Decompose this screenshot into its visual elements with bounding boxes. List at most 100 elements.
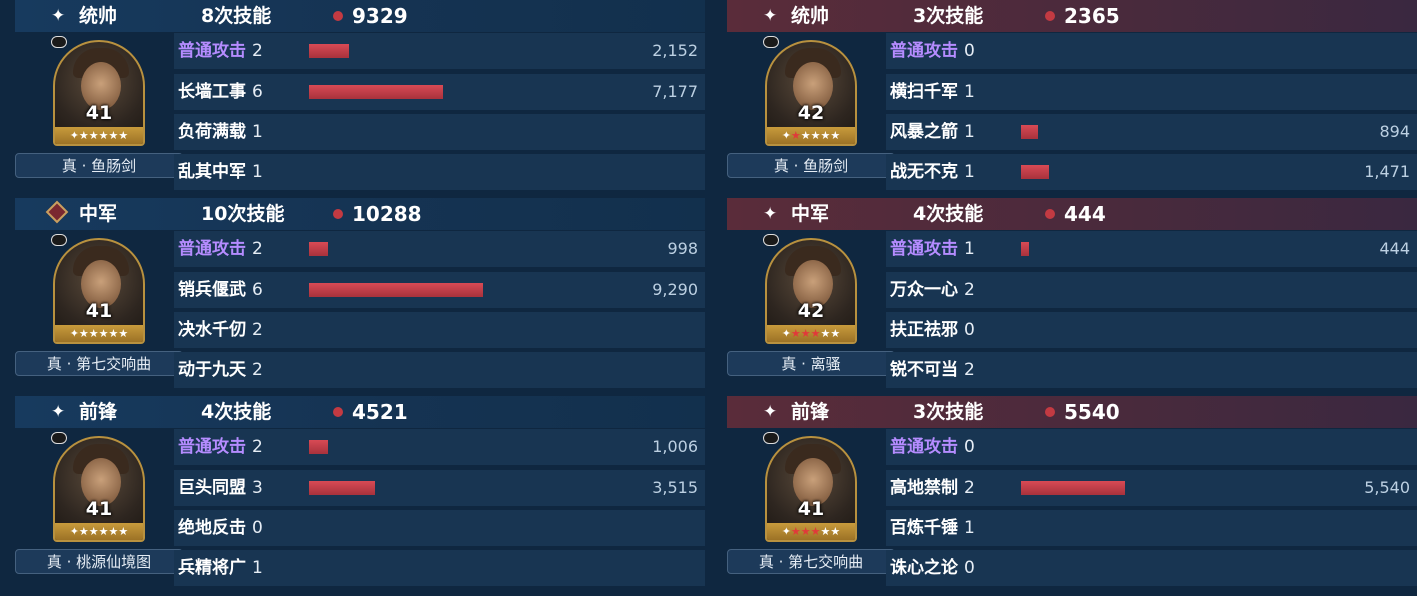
gear-tag[interactable]: 真 · 鱼肠剑 [15, 153, 183, 178]
skill-name: 诛心之论 0 [890, 550, 975, 586]
damage-bar [309, 242, 328, 256]
skill-count: 2 [252, 437, 263, 457]
skill-count: 1 [252, 122, 263, 142]
damage-dot-icon [333, 209, 343, 219]
damage-value: 7,177 [652, 82, 698, 101]
role-label: 统帅 [79, 5, 118, 27]
star-icon: ★ [108, 525, 119, 538]
skill-count: 0 [252, 518, 263, 538]
role-label: 中军 [79, 203, 118, 225]
role-label: 前锋 [791, 401, 830, 423]
skill-count: 0 [964, 41, 975, 61]
right-center-section: ✦ 中军 4次技能 444 42 ✦★★★★★ 真 · 离骚 普通攻击 1 444 万众一心 2 扶正祛… [727, 198, 1417, 396]
section-header: ✦ 前锋 4次技能 4521 [15, 396, 705, 428]
star-rating: ✦★★★★★ [767, 325, 855, 342]
skill-name: 动于九天 2 [178, 352, 263, 388]
skill-name-text: 普通攻击 [178, 437, 246, 457]
skill-count: 2 [964, 360, 975, 380]
star-rating: ✦★★★★★ [55, 127, 143, 144]
skill-name-text: 高地禁制 [890, 478, 958, 498]
skill-count: 2 [964, 280, 975, 300]
skill-name: 横扫千军 1 [890, 74, 975, 110]
skill-name-text: 风暴之箭 [890, 122, 958, 142]
gear-tag[interactable]: 真 · 鱼肠剑 [727, 153, 895, 178]
skill-name-text: 绝地反击 [178, 518, 246, 538]
star-icon: ★ [88, 129, 99, 142]
hero-portrait[interactable]: 41 ✦★★★★★ [765, 436, 857, 542]
skill-cast-count: 4次技能 [913, 203, 984, 225]
skill-name: 决水千仞 2 [178, 312, 263, 348]
skill-row: 风暴之箭 1 894 [886, 114, 1417, 150]
hero-portrait[interactable]: 42 ✦★★★★★ [765, 40, 857, 146]
hero-portrait[interactable]: 41 ✦★★★★★ [53, 40, 145, 146]
skill-name-text: 锐不可当 [890, 360, 958, 380]
damage-bar [1021, 125, 1038, 139]
hero-badge-icon [763, 432, 779, 444]
skill-count: 6 [252, 82, 263, 102]
skill-name: 乱其中军 1 [178, 154, 263, 190]
skill-name: 销兵偃武 6 [178, 272, 263, 308]
hero-portrait[interactable]: 41 ✦★★★★★ [53, 238, 145, 344]
star-icon: ★ [118, 327, 129, 340]
skill-row: 战无不克 1 1,471 [886, 154, 1417, 190]
skill-name-text: 巨头同盟 [178, 478, 246, 498]
sparkle-icon: ✦ [763, 204, 778, 224]
hero-badge-icon [51, 234, 67, 246]
damage-value: 9,290 [652, 280, 698, 299]
skill-count: 6 [252, 280, 263, 300]
skill-row: 兵精将广 1 [174, 550, 705, 586]
skill-name: 高地禁制 2 [890, 470, 975, 506]
skill-name: 普通攻击 2 [178, 231, 263, 267]
skill-name: 风暴之箭 1 [890, 114, 975, 150]
gear-tag[interactable]: 真 · 离骚 [727, 351, 895, 376]
skill-name-text: 诛心之论 [890, 558, 958, 578]
sparkle-icon: ✦ [51, 6, 66, 26]
skill-name-text: 普通攻击 [890, 437, 958, 457]
star-icon: ★ [88, 327, 99, 340]
skill-row: 动于九天 2 [174, 352, 705, 388]
skill-name: 普通攻击 2 [178, 33, 263, 69]
right-team-column: ✦ 统帅 3次技能 2365 42 ✦★★★★★ 真 · 鱼肠剑普通攻击 0 横扫千军 1 风暴之箭… [727, 0, 1417, 596]
skill-cast-count: 3次技能 [913, 401, 984, 423]
gear-tag[interactable]: 真 · 第七交响曲 [15, 351, 183, 376]
damage-bar [1021, 242, 1029, 256]
skill-name: 普通攻击 1 [890, 231, 975, 267]
damage-value: 5,540 [1364, 478, 1410, 497]
star-icon: ★ [118, 525, 129, 538]
hero-level: 42 [797, 102, 825, 124]
total-damage: 9329 [352, 4, 408, 28]
skill-row: 万众一心 2 [886, 272, 1417, 308]
skill-row: 长墙工事 6 7,177 [174, 74, 705, 110]
total-damage: 4521 [352, 400, 408, 424]
total-damage: 5540 [1064, 400, 1120, 424]
section-header: ✦ 中军 4次技能 444 [727, 198, 1417, 230]
section-header: ✦ 统帅 8次技能 9329 [15, 0, 705, 32]
total-damage: 2365 [1064, 4, 1120, 28]
hero-portrait[interactable]: 42 ✦★★★★★ [765, 238, 857, 344]
gear-tag[interactable]: 真 · 桃源仙境图 [15, 549, 183, 574]
skill-name: 万众一心 2 [890, 272, 975, 308]
star-icon: ★ [810, 327, 821, 340]
skill-row: 巨头同盟 3 3,515 [174, 470, 705, 506]
star-rating: ✦★★★★★ [55, 325, 143, 342]
damage-dot-icon [1045, 407, 1055, 417]
skill-cast-count: 3次技能 [913, 5, 984, 27]
skill-row: 诛心之论 0 [886, 550, 1417, 586]
damage-value: 1,471 [1364, 162, 1410, 181]
star-icon: ★ [830, 327, 841, 340]
hero-badge-icon [763, 36, 779, 48]
gear-tag[interactable]: 真 · 第七交响曲 [727, 549, 895, 574]
skill-name: 巨头同盟 3 [178, 470, 263, 506]
damage-dot-icon [333, 11, 343, 21]
skill-row: 销兵偃武 6 9,290 [174, 272, 705, 308]
damage-dot-icon [1045, 11, 1055, 21]
skill-count: 1 [964, 518, 975, 538]
skill-count: 1 [964, 82, 975, 102]
skill-name: 兵精将广 1 [178, 550, 263, 586]
hero-badge-icon [51, 36, 67, 48]
skill-count: 2 [252, 360, 263, 380]
hero-portrait[interactable]: 41 ✦★★★★★ [53, 436, 145, 542]
role-label: 统帅 [791, 5, 830, 27]
star-icon: ★ [830, 129, 841, 142]
left-commander-section: ✦ 统帅 8次技能 9329 41 ✦★★★★★ 真 · 鱼肠剑 普通攻击 2 2,152 长墙工事… [15, 0, 705, 198]
